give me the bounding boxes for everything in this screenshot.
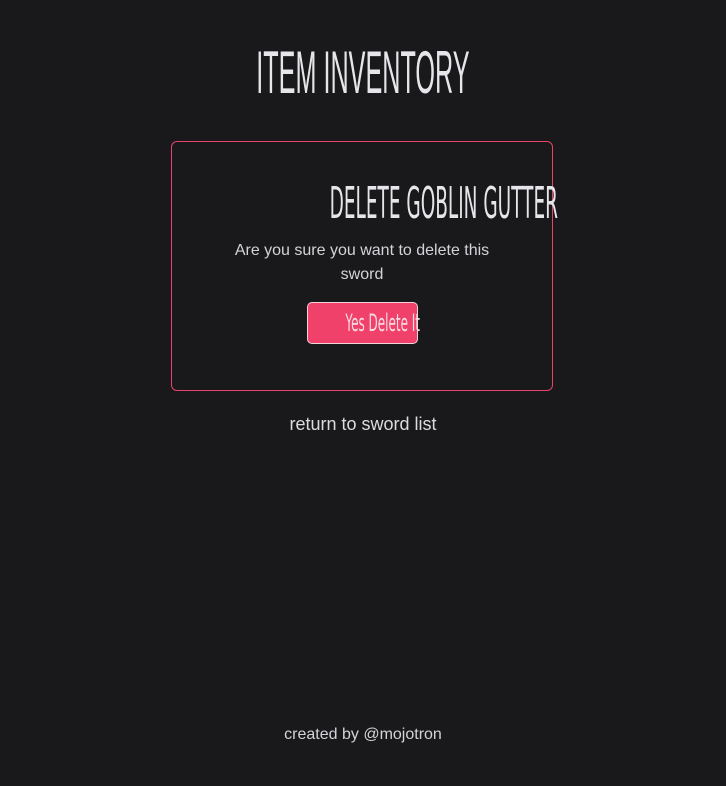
footer-credit: created by @mojotron xyxy=(284,726,442,743)
page-title-text: ITEM INVENTORY xyxy=(256,39,470,106)
confirm-delete-button-label: Yes Delete It xyxy=(345,309,421,337)
page-title: ITEM INVENTORY xyxy=(0,38,726,108)
confirm-delete-button[interactable]: Yes Delete It xyxy=(307,302,421,344)
return-to-list-link[interactable]: return to sword list xyxy=(0,412,726,436)
delete-confirmation-message: Are you sure you want to delete this swo… xyxy=(234,242,490,283)
delete-card-title-text: DELETE GOBLIN GUTTER xyxy=(329,178,558,229)
delete-card-title: DELETE GOBLIN GUTTER xyxy=(172,180,558,228)
delete-confirmation-card: DELETE GOBLIN GUTTER Are you sure you wa… xyxy=(171,141,558,391)
